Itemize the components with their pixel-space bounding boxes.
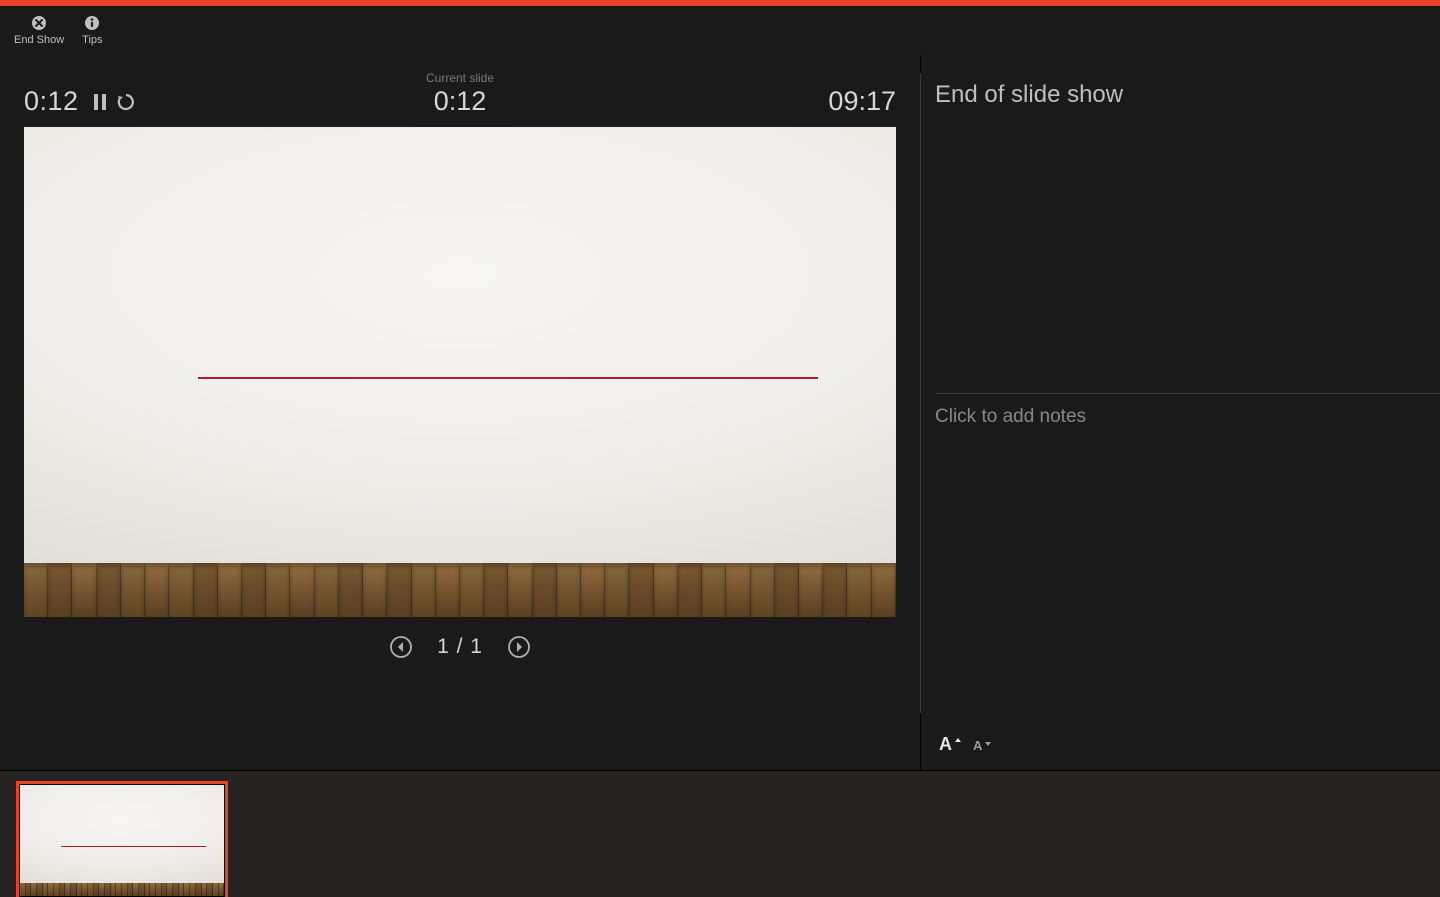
svg-text:A: A bbox=[939, 734, 952, 752]
slide-thumbnail[interactable]: 1 bbox=[16, 781, 228, 897]
thumbnail-content bbox=[20, 785, 224, 896]
info-circle-icon bbox=[84, 15, 100, 31]
slide-nav: 1 / 1 bbox=[24, 617, 896, 677]
end-show-button[interactable]: End Show bbox=[14, 15, 64, 46]
increase-font-button[interactable]: A bbox=[939, 734, 961, 752]
prev-icon bbox=[389, 635, 413, 659]
next-notes-pane: End of slide show Click to add notes A A bbox=[921, 55, 1440, 770]
notes-area[interactable]: Click to add notes bbox=[935, 394, 1400, 724]
clock-time: 09:17 bbox=[828, 86, 896, 117]
timer-row: 0:12 Current slide 0:12 09:17 bbox=[24, 67, 920, 117]
toolbar: End Show Tips bbox=[0, 6, 1440, 55]
tips-label: Tips bbox=[82, 34, 102, 46]
next-slide-title: End of slide show bbox=[935, 81, 1400, 109]
current-slide-timer: 0:12 bbox=[24, 85, 896, 117]
slide-divider-line bbox=[198, 377, 817, 379]
close-circle-icon bbox=[31, 15, 47, 31]
slide-counter: 1 / 1 bbox=[437, 635, 483, 659]
end-show-label: End Show bbox=[14, 34, 64, 46]
svg-text:A: A bbox=[973, 738, 983, 752]
font-decrease-icon: A bbox=[973, 738, 991, 752]
prev-slide-button[interactable] bbox=[387, 633, 415, 661]
current-slide-timer-label: Current slide bbox=[24, 71, 896, 85]
next-icon bbox=[507, 635, 531, 659]
thumbnail-frame bbox=[16, 781, 228, 897]
slide-background bbox=[24, 127, 896, 617]
tips-button[interactable]: Tips bbox=[82, 15, 102, 46]
decrease-font-button[interactable]: A bbox=[973, 738, 991, 752]
slide-floor bbox=[24, 563, 896, 617]
next-slide-button[interactable] bbox=[505, 633, 533, 661]
notes-font-controls: A A bbox=[935, 724, 1440, 752]
thumbnail-strip: 1 bbox=[0, 770, 1440, 897]
notes-placeholder: Click to add notes bbox=[935, 406, 1400, 428]
presenter-main: 0:12 Current slide 0:12 09:17 bbox=[0, 55, 1440, 770]
current-slide-pane: 0:12 Current slide 0:12 09:17 bbox=[0, 55, 920, 770]
current-slide-preview bbox=[24, 127, 896, 617]
font-increase-icon: A bbox=[939, 734, 961, 752]
